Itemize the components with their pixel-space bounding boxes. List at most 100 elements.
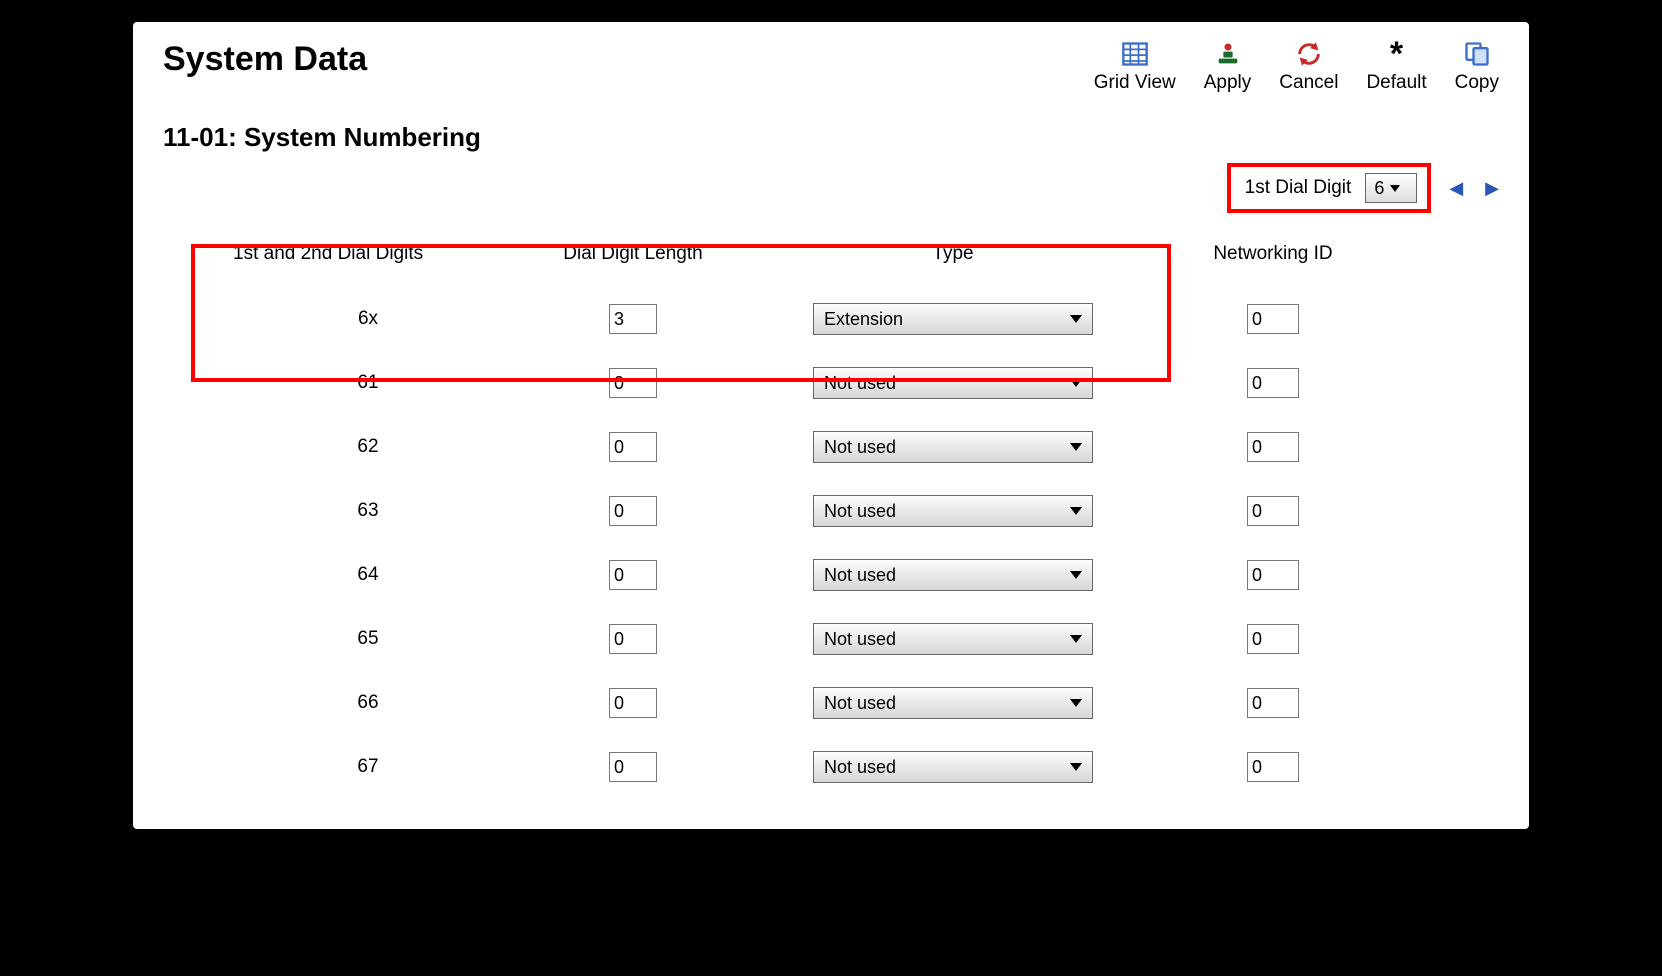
digits-cell: 6x bbox=[203, 308, 503, 330]
first-dial-digit-value: 6 bbox=[1374, 178, 1384, 199]
digits-cell: 64 bbox=[203, 564, 503, 586]
type-select[interactable]: Not used bbox=[813, 559, 1093, 591]
grid-view-button[interactable]: Grid View bbox=[1094, 40, 1176, 94]
toolbar: Grid View Apply Cancel bbox=[1094, 40, 1499, 94]
networking-id-input[interactable] bbox=[1247, 496, 1299, 526]
grid-icon bbox=[1121, 40, 1149, 68]
digits-cell: 63 bbox=[203, 500, 503, 522]
numbering-grid: 1st and 2nd Dial Digits Dial Digit Lengt… bbox=[203, 233, 1489, 799]
netid-cell bbox=[1143, 496, 1403, 526]
netid-cell bbox=[1143, 624, 1403, 654]
asterisk-icon: * bbox=[1383, 40, 1411, 68]
type-select-label: Not used bbox=[824, 565, 896, 586]
column-headers: 1st and 2nd Dial Digits Dial Digit Lengt… bbox=[203, 233, 1489, 287]
copy-label: Copy bbox=[1455, 72, 1499, 94]
table-row: 65 Not used bbox=[203, 607, 1489, 671]
chevron-down-icon bbox=[1070, 379, 1082, 387]
digits-cell: 62 bbox=[203, 436, 503, 458]
table-row: 67Not used bbox=[203, 735, 1489, 799]
header-type: Type bbox=[763, 243, 1143, 265]
chevron-down-icon bbox=[1070, 443, 1082, 451]
default-button[interactable]: * Default bbox=[1366, 40, 1426, 94]
networking-id-input[interactable] bbox=[1247, 624, 1299, 654]
dial-length-input[interactable] bbox=[609, 560, 657, 590]
page-title: System Data bbox=[163, 40, 367, 79]
nav-arrows: ◀ ▶ bbox=[1449, 178, 1499, 199]
type-select[interactable]: Extension bbox=[813, 303, 1093, 335]
type-select-label: Not used bbox=[824, 373, 896, 394]
header-digits: 1st and 2nd Dial Digits bbox=[203, 243, 503, 265]
dial-length-input[interactable] bbox=[609, 624, 657, 654]
length-cell bbox=[503, 432, 763, 462]
apply-button[interactable]: Apply bbox=[1204, 40, 1252, 94]
netid-cell bbox=[1143, 368, 1403, 398]
dial-select-row: 1st Dial Digit 6 ◀ ▶ bbox=[163, 163, 1499, 213]
length-cell bbox=[503, 752, 763, 782]
chevron-down-icon bbox=[1070, 699, 1082, 707]
prev-arrow-icon[interactable]: ◀ bbox=[1449, 178, 1463, 199]
chevron-down-icon bbox=[1070, 571, 1082, 579]
type-select[interactable]: Not used bbox=[813, 751, 1093, 783]
table-row: 61 Not used bbox=[203, 351, 1489, 415]
netid-cell bbox=[1143, 752, 1403, 782]
config-window: System Data Grid View bbox=[131, 20, 1531, 831]
type-select-label: Not used bbox=[824, 757, 896, 778]
dial-length-input[interactable] bbox=[609, 304, 657, 334]
netid-cell bbox=[1143, 560, 1403, 590]
header: System Data Grid View bbox=[163, 40, 1499, 94]
dial-length-input[interactable] bbox=[609, 368, 657, 398]
apply-icon bbox=[1214, 40, 1242, 68]
networking-id-input[interactable] bbox=[1247, 688, 1299, 718]
type-select[interactable]: Not used bbox=[813, 623, 1093, 655]
copy-button[interactable]: Copy bbox=[1455, 40, 1499, 94]
type-select[interactable]: Not used bbox=[813, 495, 1093, 527]
type-cell: Not used bbox=[763, 687, 1143, 719]
digits-cell: 61 bbox=[203, 372, 503, 394]
type-select-label: Not used bbox=[824, 501, 896, 522]
dial-length-input[interactable] bbox=[609, 688, 657, 718]
subtitle: 11-01: System Numbering bbox=[163, 122, 1499, 153]
networking-id-input[interactable] bbox=[1247, 560, 1299, 590]
length-cell bbox=[503, 368, 763, 398]
type-select[interactable]: Not used bbox=[813, 431, 1093, 463]
length-cell bbox=[503, 624, 763, 654]
networking-id-input[interactable] bbox=[1247, 304, 1299, 334]
table-row: 63 Not used bbox=[203, 479, 1489, 543]
dial-length-input[interactable] bbox=[609, 752, 657, 782]
table-row: 66Not used bbox=[203, 671, 1489, 735]
type-select-label: Extension bbox=[824, 309, 903, 330]
default-label: Default bbox=[1366, 72, 1426, 94]
next-arrow-icon[interactable]: ▶ bbox=[1485, 178, 1499, 199]
grid-view-label: Grid View bbox=[1094, 72, 1176, 94]
length-cell bbox=[503, 304, 763, 334]
header-len: Dial Digit Length bbox=[503, 243, 763, 265]
netid-cell bbox=[1143, 304, 1403, 334]
length-cell bbox=[503, 560, 763, 590]
chevron-down-icon bbox=[1390, 185, 1400, 192]
netid-cell bbox=[1143, 688, 1403, 718]
cancel-button[interactable]: Cancel bbox=[1279, 40, 1338, 94]
first-dial-digit-label: 1st Dial Digit bbox=[1245, 177, 1352, 199]
netid-cell bbox=[1143, 432, 1403, 462]
networking-id-input[interactable] bbox=[1247, 432, 1299, 462]
type-select-label: Not used bbox=[824, 437, 896, 458]
digits-cell: 65 bbox=[203, 628, 503, 650]
apply-label: Apply bbox=[1204, 72, 1252, 94]
chevron-down-icon bbox=[1070, 315, 1082, 323]
copy-icon bbox=[1463, 40, 1491, 68]
cancel-label: Cancel bbox=[1279, 72, 1338, 94]
chevron-down-icon bbox=[1070, 763, 1082, 771]
type-cell: Not used bbox=[763, 623, 1143, 655]
dial-length-input[interactable] bbox=[609, 496, 657, 526]
type-cell: Not used bbox=[763, 559, 1143, 591]
type-select[interactable]: Not used bbox=[813, 367, 1093, 399]
chevron-down-icon bbox=[1070, 507, 1082, 515]
networking-id-input[interactable] bbox=[1247, 752, 1299, 782]
type-cell: Extension bbox=[763, 303, 1143, 335]
type-cell: Not used bbox=[763, 495, 1143, 527]
table-row: 6x Extension bbox=[203, 287, 1489, 351]
first-dial-digit-select[interactable]: 6 bbox=[1365, 173, 1417, 203]
dial-length-input[interactable] bbox=[609, 432, 657, 462]
type-select[interactable]: Not used bbox=[813, 687, 1093, 719]
networking-id-input[interactable] bbox=[1247, 368, 1299, 398]
